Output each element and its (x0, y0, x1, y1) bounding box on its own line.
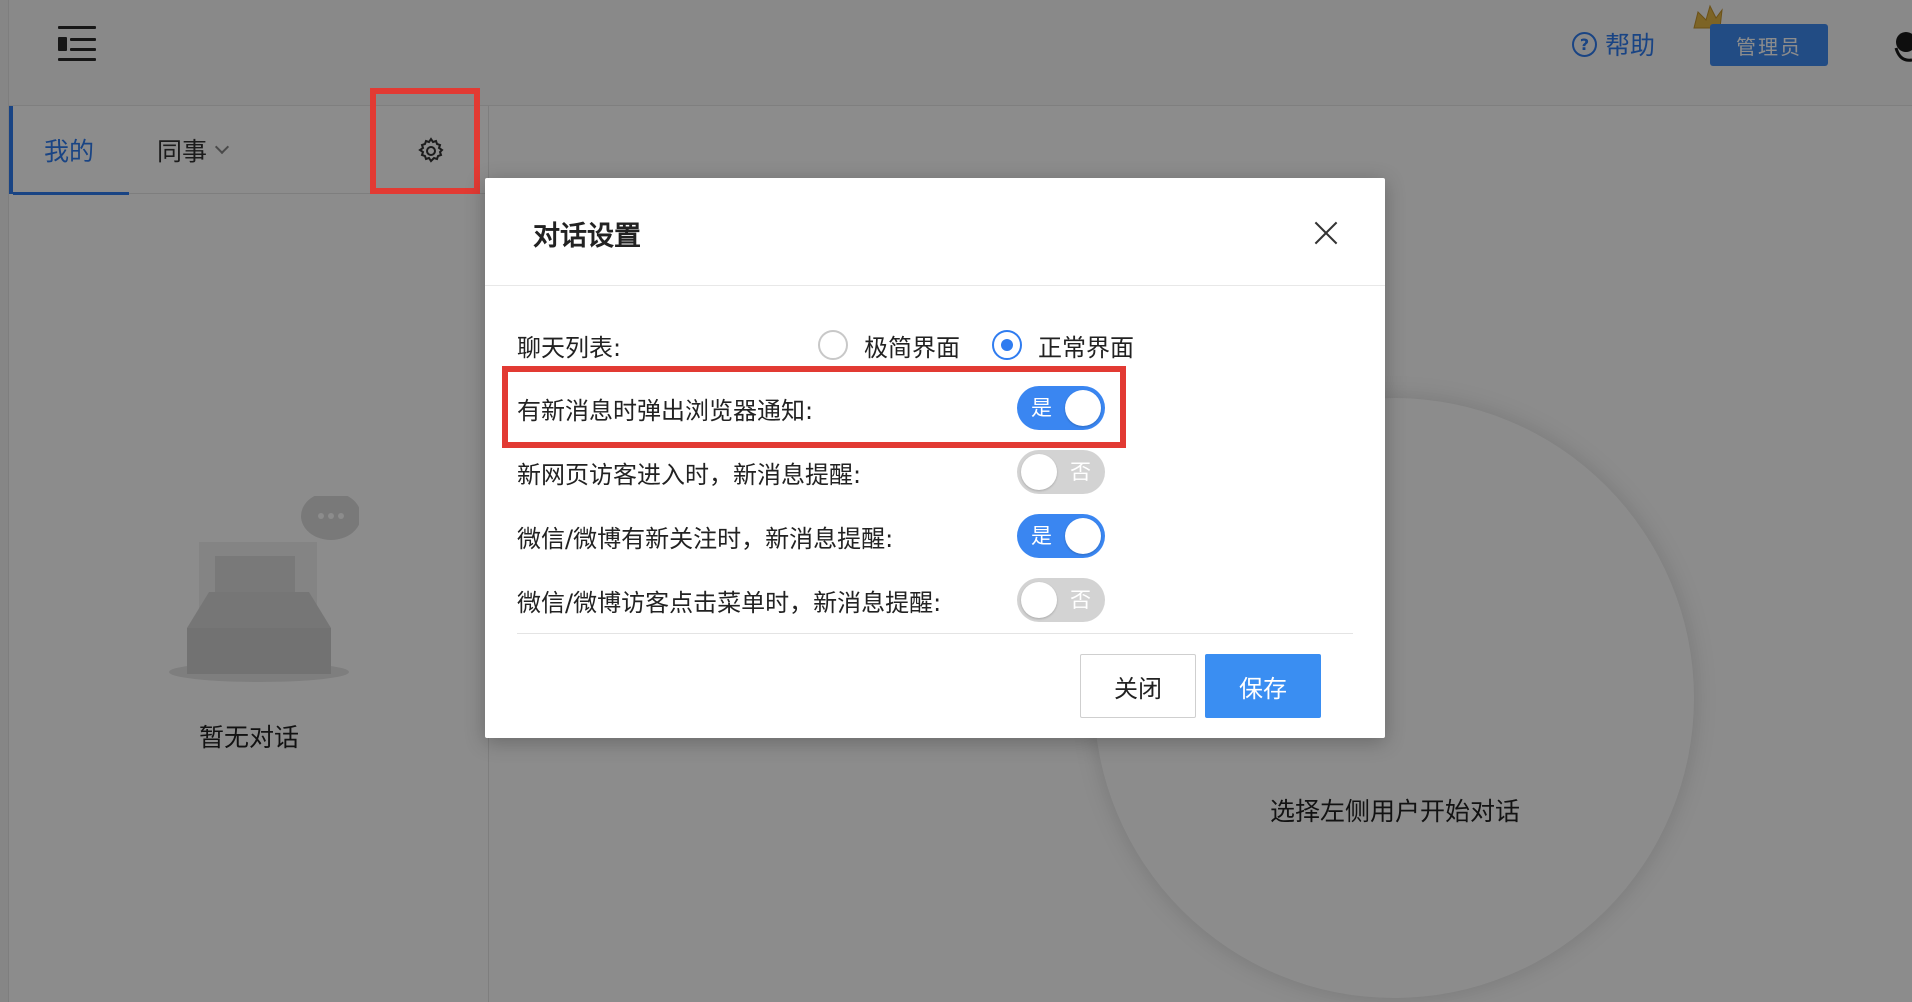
dialog-divider (517, 633, 1353, 634)
toggle-wechat-follow[interactable]: 是 (1017, 514, 1105, 558)
chat-list-label: 聊天列表: (517, 333, 622, 362)
toggle-state-label: 否 (1070, 588, 1091, 612)
chat-settings-dialog: 对话设置 聊天列表: 极简界面 正常界面 有新消息时弹出浏览器通知: 是 新网页… (485, 178, 1385, 738)
setting-row-wechat-follow: 微信/微博有新关注时，新消息提醒: (517, 511, 893, 561)
radio-minimal[interactable]: 极简界面 (818, 328, 960, 363)
setting-label: 微信/微博有新关注时，新消息提醒: (517, 524, 894, 553)
close-button[interactable]: 关闭 (1080, 654, 1196, 718)
toggle-state-label: 否 (1070, 460, 1091, 484)
gear-highlight-box (370, 88, 480, 194)
toggle-knob (1065, 518, 1101, 554)
chat-list-radio-group: 极简界面 正常界面 (818, 320, 1166, 370)
setting-highlight-box (502, 366, 1126, 448)
radio-minimal-circle[interactable] (818, 330, 848, 360)
close-icon[interactable] (1313, 220, 1339, 246)
setting-label: 微信/微博访客点击菜单时，新消息提醒: (517, 588, 942, 617)
save-button[interactable]: 保存 (1205, 654, 1321, 718)
setting-row-web-visitor: 新网页访客进入时，新消息提醒: (517, 447, 861, 497)
radio-minimal-label: 极简界面 (864, 333, 960, 362)
dialog-title: 对话设置 (533, 221, 641, 252)
radio-normal-label: 正常界面 (1038, 333, 1134, 362)
toggle-state-label: 是 (1031, 524, 1052, 548)
radio-normal[interactable]: 正常界面 (992, 328, 1134, 363)
toggle-web-visitor[interactable]: 否 (1017, 450, 1105, 494)
radio-normal-circle[interactable] (992, 330, 1022, 360)
setting-label: 新网页访客进入时，新消息提醒: (517, 460, 862, 489)
dialog-header: 对话设置 (485, 178, 1385, 286)
chat-list-row: 聊天列表: (517, 320, 621, 370)
setting-row-wechat-menu: 微信/微博访客点击菜单时，新消息提醒: (517, 575, 941, 625)
toggle-knob (1021, 454, 1057, 490)
toggle-knob (1021, 582, 1057, 618)
toggle-wechat-menu[interactable]: 否 (1017, 578, 1105, 622)
